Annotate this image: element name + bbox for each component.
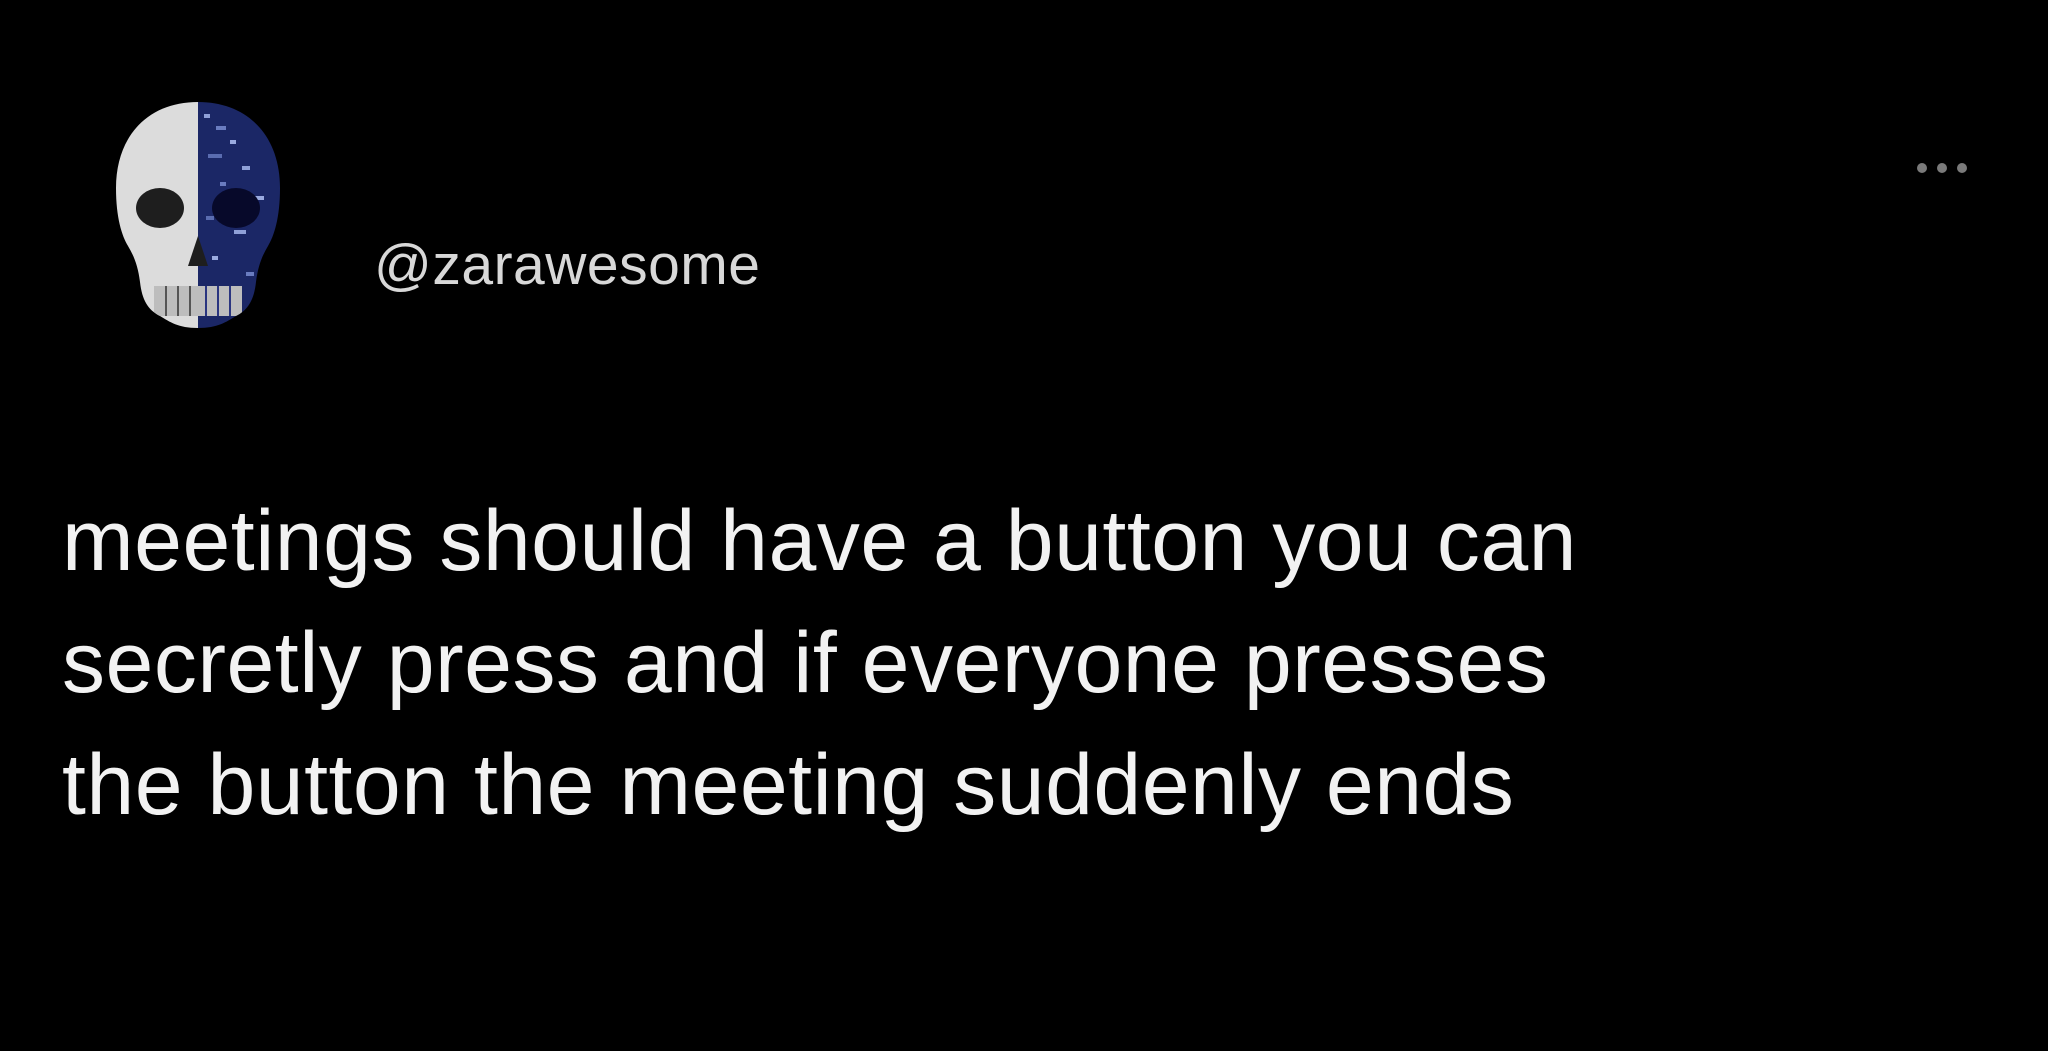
tweet-text-line: the button the meeting suddenly ends (62, 737, 1515, 833)
tweet-text-line: meetings should have a button you can (62, 493, 1577, 589)
more-horizontal-icon (1912, 163, 1972, 173)
tweet-text-line: secretly press and if everyone presses (62, 615, 1549, 711)
tweet-card: @zarawesome meetings should have a butto… (0, 0, 2048, 1051)
user-handle[interactable]: @zarawesome (374, 230, 761, 300)
more-options-button[interactable] (1900, 148, 1984, 188)
skull-icon (116, 102, 280, 328)
avatar[interactable] (108, 96, 288, 334)
tweet-text: meetings should have a button you can se… (62, 480, 2022, 846)
